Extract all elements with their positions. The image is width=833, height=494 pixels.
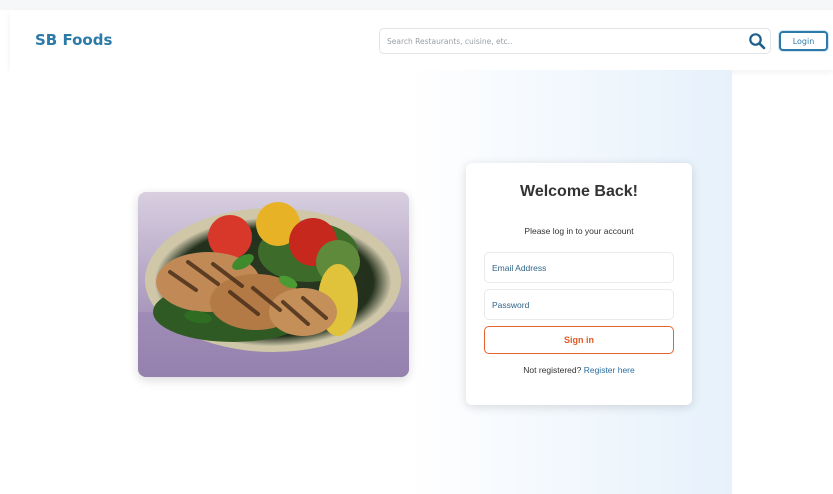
top-strip [0, 0, 833, 10]
search-icon[interactable] [748, 32, 766, 50]
register-line: Not registered? Register here [466, 365, 692, 375]
password-field[interactable] [484, 289, 674, 320]
card-title: Welcome Back! [520, 183, 638, 200]
brand-logo[interactable]: SB Foods [35, 31, 112, 49]
login-button[interactable]: Login [779, 31, 828, 51]
navbar: SB Foods Login [10, 10, 833, 70]
card-subtitle: Please log in to your account [524, 226, 634, 236]
food-image [138, 192, 409, 377]
search-input[interactable] [379, 28, 771, 54]
sign-in-button[interactable]: Sign in [484, 326, 674, 354]
register-prompt: Not registered? [523, 365, 584, 375]
register-link[interactable]: Register here [584, 365, 635, 375]
email-field[interactable] [484, 252, 674, 283]
login-card: Welcome Back! Please log in to your acco… [466, 163, 692, 405]
